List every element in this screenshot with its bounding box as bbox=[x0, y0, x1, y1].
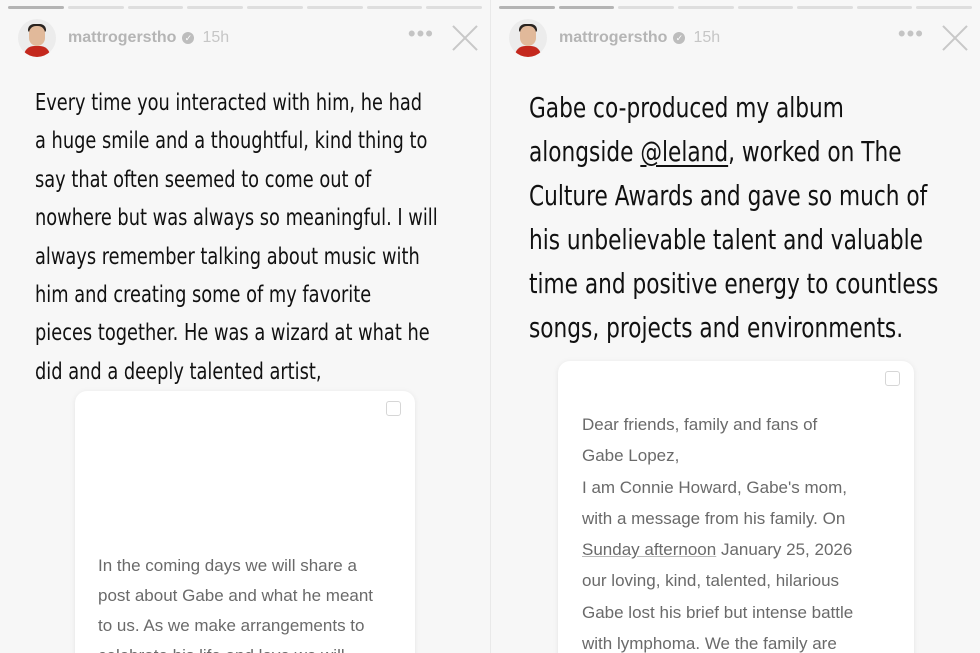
avatar[interactable] bbox=[509, 19, 547, 57]
bookmark-icon[interactable] bbox=[386, 401, 401, 416]
username[interactable]: mattrogerstho bbox=[68, 29, 176, 47]
story-line: Every time you interacted with him, he h… bbox=[35, 90, 423, 116]
story-line: time and positive energy to countless bbox=[529, 267, 939, 300]
progress-segment bbox=[8, 6, 64, 9]
card-line: with lymphoma. We the family are bbox=[582, 634, 837, 653]
story-line: alongside @leland, worked on The bbox=[529, 130, 959, 174]
progress-segment bbox=[737, 6, 794, 9]
story-progress-bar bbox=[499, 6, 972, 9]
card-line: with a message from his family. On bbox=[582, 508, 846, 528]
card-line: In the coming days we will share a bbox=[98, 556, 357, 575]
progress-segment bbox=[247, 6, 303, 9]
progress-segment bbox=[558, 6, 615, 9]
avatar-shirt bbox=[515, 46, 541, 57]
bookmark-icon[interactable] bbox=[885, 371, 900, 386]
verified-badge-icon: ✓ bbox=[673, 32, 686, 44]
story-line: a huge smile and a thoughtful, kind thin… bbox=[35, 128, 428, 155]
username[interactable]: mattrogerstho bbox=[559, 29, 667, 47]
card-line: celebrate his life and love we will bbox=[98, 641, 373, 653]
story-text: Every time you interacted with him, he h… bbox=[35, 84, 482, 391]
story-header: mattrogerstho ✓ 15h ••• bbox=[509, 18, 968, 58]
avatar-shirt bbox=[24, 46, 50, 57]
card-line-end: January 25, 2026 bbox=[716, 540, 853, 560]
progress-segment bbox=[499, 6, 555, 9]
story-line: pieces together. He was a wizard at what… bbox=[35, 320, 430, 347]
card-line: our loving, kind, talented, hilarious bbox=[582, 571, 840, 591]
progress-segment bbox=[677, 6, 734, 9]
verified-badge-icon: ✓ bbox=[182, 32, 195, 44]
card-line: to us. As we make arrangements to bbox=[98, 616, 365, 635]
shared-post-card[interactable]: Dear friends, family and fans of Gabe Lo… bbox=[558, 361, 914, 653]
shared-post-text: In the coming days we will share a post … bbox=[98, 551, 373, 653]
mention-link[interactable]: @leland bbox=[640, 135, 728, 168]
story-line: did and a deeply talented artist, bbox=[35, 358, 322, 385]
story-panel-right[interactable]: mattrogerstho ✓ 15h ••• Gabe co-produced… bbox=[490, 0, 980, 653]
post-time: 15h bbox=[693, 29, 721, 46]
story-line: Gabe co-produced my album bbox=[529, 91, 844, 124]
close-icon[interactable] bbox=[452, 25, 478, 51]
progress-segment bbox=[366, 6, 423, 9]
avatar-face bbox=[29, 26, 45, 46]
avatar-face bbox=[520, 26, 536, 46]
story-line: Culture Awards and gave so much of bbox=[529, 179, 928, 212]
story-line: always remember talking about music with bbox=[35, 243, 420, 270]
progress-segment bbox=[426, 6, 482, 9]
shared-post-card[interactable]: In the coming days we will share a post … bbox=[75, 391, 415, 653]
story-line: him and creating some of my favorite bbox=[35, 282, 372, 309]
card-line: Gabe Lopez, bbox=[582, 446, 680, 466]
post-time: 15h bbox=[202, 29, 230, 46]
story-line: say that often seemed to come out of bbox=[35, 166, 372, 193]
story-progress-bar bbox=[8, 6, 482, 9]
card-line: Dear friends, family and fans of bbox=[582, 415, 818, 434]
close-icon[interactable] bbox=[942, 25, 968, 51]
progress-segment bbox=[797, 6, 853, 9]
more-options-icon[interactable]: ••• bbox=[898, 23, 924, 53]
progress-segment bbox=[67, 6, 124, 9]
story-panel-left[interactable]: mattrogerstho ✓ 15h ••• Every time you i… bbox=[0, 0, 490, 653]
progress-segment bbox=[187, 6, 243, 9]
story-line: songs, projects and environments. bbox=[529, 311, 904, 344]
story-line: nowhere but was always so meaningful. I … bbox=[35, 205, 438, 232]
story-line: his unbelievable talent and valuable bbox=[529, 223, 924, 256]
progress-segment bbox=[127, 6, 184, 9]
card-line: Sunday afternoon January 25, 2026 bbox=[582, 534, 853, 565]
date-link[interactable]: Sunday afternoon bbox=[582, 540, 716, 559]
progress-segment bbox=[856, 6, 913, 9]
shared-post-text: Dear friends, family and fans of Gabe Lo… bbox=[582, 409, 853, 653]
story-header: mattrogerstho ✓ 15h ••• bbox=[18, 18, 478, 58]
story-line-end: , worked on The bbox=[728, 135, 902, 168]
avatar[interactable] bbox=[18, 19, 56, 57]
card-line: Gabe lost his brief but intense battle bbox=[582, 602, 854, 622]
story-text: Gabe co-produced my album alongside @lel… bbox=[529, 86, 959, 350]
more-options-icon[interactable]: ••• bbox=[408, 23, 434, 53]
progress-segment bbox=[306, 6, 363, 9]
progress-segment bbox=[916, 6, 972, 9]
card-line: post about Gabe and what he meant bbox=[98, 586, 374, 605]
card-line: I am Connie Howard, Gabe's mom, bbox=[582, 477, 847, 497]
progress-segment bbox=[618, 6, 674, 9]
story-line-start: alongside bbox=[529, 135, 634, 168]
